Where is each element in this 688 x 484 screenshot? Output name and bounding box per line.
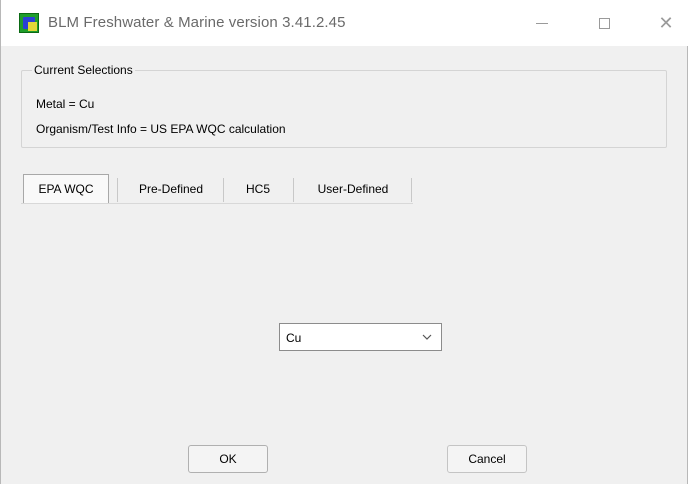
close-icon: ✕ bbox=[658, 12, 674, 33]
tab-epa-wqc[interactable]: EPA WQC bbox=[23, 174, 109, 203]
ok-button-label: OK bbox=[219, 452, 237, 466]
metal-select-value: Cu bbox=[286, 331, 302, 345]
app-icon[interactable] bbox=[19, 13, 39, 33]
close-button[interactable]: ✕ bbox=[643, 0, 688, 46]
tab-pre-defined[interactable]: Pre-Defined bbox=[121, 175, 221, 202]
tab-divider bbox=[21, 203, 413, 204]
tab-separator bbox=[293, 178, 294, 202]
app-window: BLM Freshwater & Marine version 3.41.2.4… bbox=[0, 0, 688, 484]
title-bar[interactable]: BLM Freshwater & Marine version 3.41.2.4… bbox=[1, 0, 688, 46]
current-selections-group: Current Selections Metal = Cu Organism/T… bbox=[21, 63, 667, 148]
cancel-button[interactable]: Cancel bbox=[447, 445, 527, 473]
tab-separator bbox=[411, 178, 412, 202]
window-title: BLM Freshwater & Marine version 3.41.2.4… bbox=[48, 14, 346, 31]
tab-label: EPA WQC bbox=[38, 182, 94, 196]
tab-label: HC5 bbox=[245, 181, 270, 196]
selected-organism-text: Organism/Test Info = US EPA WQC calculat… bbox=[36, 122, 286, 136]
metal-select[interactable]: Cu bbox=[279, 323, 442, 351]
tab-label: User-Defined bbox=[317, 181, 389, 196]
maximize-button[interactable] bbox=[581, 0, 627, 46]
maximize-icon bbox=[598, 17, 610, 29]
selected-metal-text: Metal = Cu bbox=[36, 97, 95, 111]
ok-button[interactable]: OK bbox=[188, 445, 268, 473]
minimize-button[interactable] bbox=[519, 0, 565, 46]
tab-separator bbox=[117, 178, 118, 202]
cancel-button-label: Cancel bbox=[468, 452, 506, 466]
tab-separator bbox=[223, 178, 224, 202]
tab-hc5[interactable]: HC5 bbox=[227, 175, 289, 202]
minimize-icon bbox=[536, 22, 548, 24]
current-selections-heading: Current Selections bbox=[32, 63, 135, 77]
tab-user-defined[interactable]: User-Defined bbox=[297, 175, 409, 202]
app-icon-accent bbox=[28, 22, 37, 31]
tab-label: Pre-Defined bbox=[138, 181, 204, 196]
chevron-down-icon bbox=[422, 334, 432, 340]
